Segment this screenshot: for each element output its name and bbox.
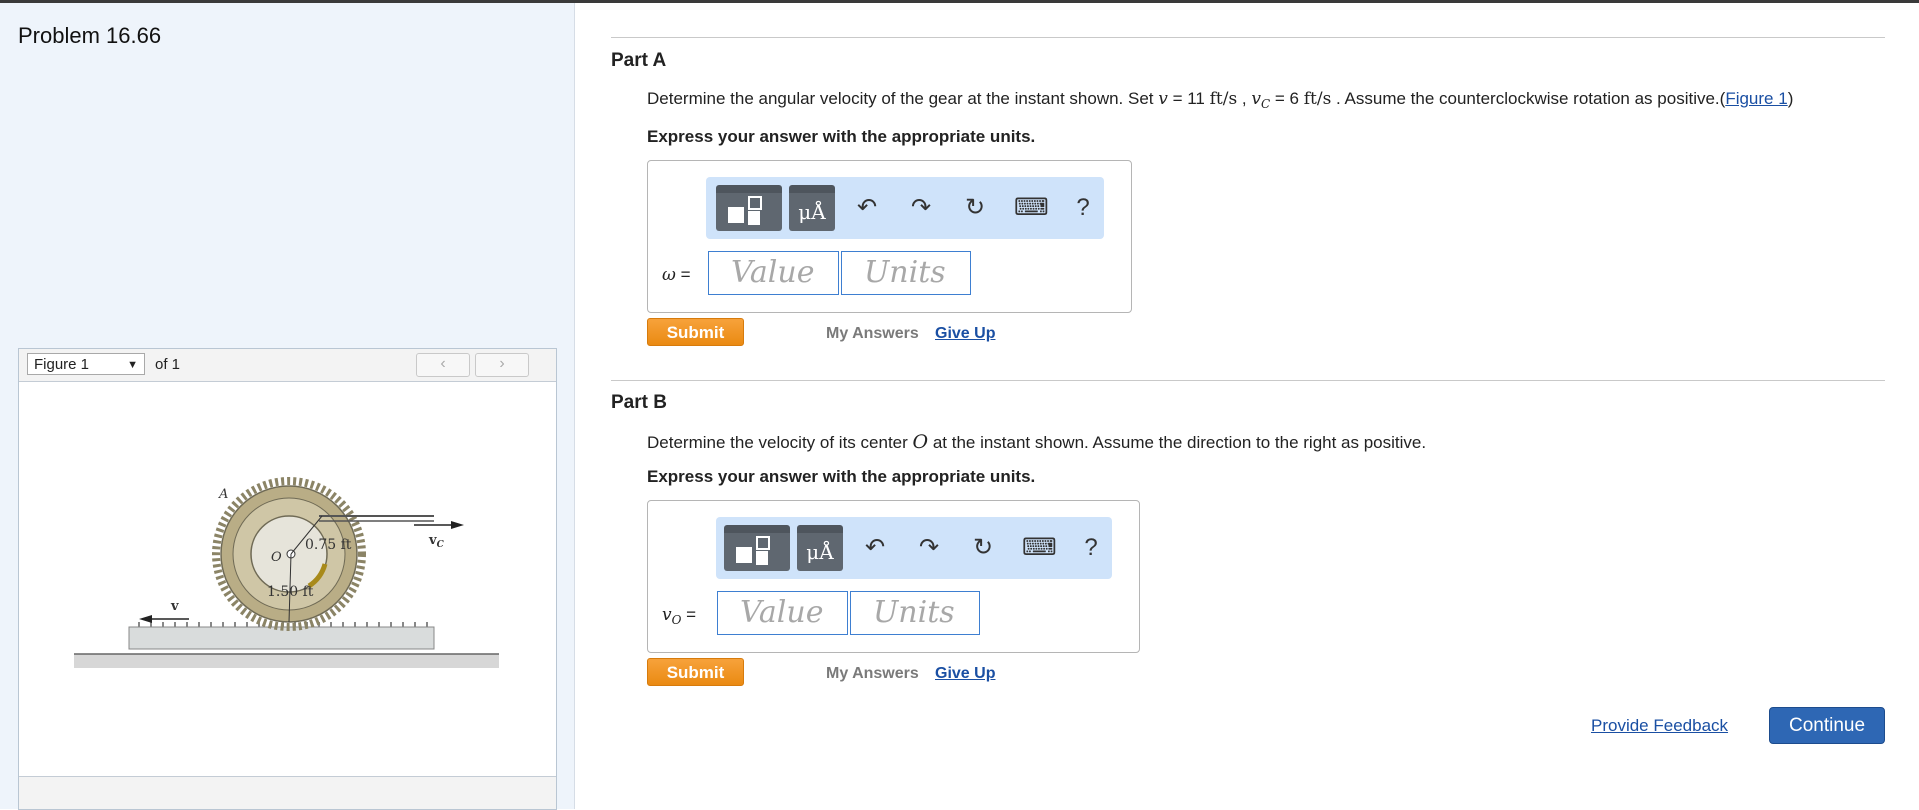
chevron-left-icon: ‹ [440, 355, 446, 372]
chevron-right-icon: › [499, 355, 505, 372]
part-b-question: Determine the velocity of its center O a… [647, 431, 1427, 453]
part-b-units-input[interactable]: Units [850, 591, 980, 635]
units-button[interactable]: μÅ [789, 185, 835, 231]
part-b-toolbar: μÅ ↶ ↷ ↻ ⌨ ? [716, 517, 1112, 579]
figure-panel: Figure 1 ▼ of 1 ‹ › A O 0.75 ft 1.50 ft … [18, 348, 557, 810]
chevron-down-icon: ▼ [127, 359, 138, 371]
figure-link[interactable]: Figure 1 [1725, 89, 1787, 108]
part-a-give-up[interactable]: Give Up [935, 325, 995, 343]
divider [611, 380, 1885, 381]
units-button[interactable]: μÅ [797, 525, 843, 571]
continue-button[interactable]: Continue [1769, 707, 1885, 744]
figure-select-value: Figure 1 [34, 356, 90, 373]
part-a-answer-box: μÅ ↶ ↷ ↻ ⌨ ? ω = Value Units [647, 160, 1132, 313]
keyboard-icon[interactable]: ⌨ [1014, 193, 1049, 223]
figure-footer [19, 776, 556, 809]
divider [611, 37, 1885, 38]
vo-label: vO = [662, 605, 697, 628]
ground [74, 654, 499, 668]
label-v: v [170, 599, 179, 614]
part-a-toolbar: μÅ ↶ ↷ ↻ ⌨ ? [706, 177, 1104, 239]
figure-select[interactable]: Figure 1 ▼ [27, 353, 145, 375]
help-icon[interactable]: ? [1076, 533, 1106, 563]
figure-count: of 1 [155, 356, 181, 373]
templates-button[interactable] [716, 185, 782, 231]
help-icon[interactable]: ? [1068, 193, 1098, 223]
label-vc: vC [428, 533, 445, 550]
reset-icon[interactable]: ↻ [968, 533, 998, 563]
prev-figure-button[interactable]: ‹ [416, 353, 470, 377]
part-b-my-answers: My Answers [826, 665, 919, 682]
part-b-give-up[interactable]: Give Up [935, 665, 995, 683]
part-a-submit-button[interactable]: Submit [647, 318, 744, 346]
part-a-title: Part A [611, 50, 667, 71]
undo-icon[interactable]: ↶ [860, 533, 890, 563]
part-b-value-input[interactable]: Value [717, 591, 848, 635]
part-b-answer-box: μÅ ↶ ↷ ↻ ⌨ ? vO = Value Units [647, 500, 1140, 653]
part-a-my-answers: My Answers [826, 325, 919, 342]
undo-icon[interactable]: ↶ [852, 193, 882, 223]
left-panel: Problem 16.66 Figure 1 ▼ of 1 ‹ › A O 0.… [0, 3, 575, 810]
part-b-instructions: Express your answer with the appropriate… [647, 467, 1036, 486]
provide-feedback-link[interactable]: Provide Feedback [1591, 716, 1728, 736]
gear-figure: A O 0.75 ft 1.50 ft v vC [74, 477, 499, 668]
next-figure-button[interactable]: › [475, 353, 529, 377]
part-a-question: Determine the angular velocity of the ge… [647, 89, 1794, 112]
label-o: O [271, 550, 282, 565]
redo-icon[interactable]: ↷ [914, 533, 944, 563]
part-b-submit-button[interactable]: Submit [647, 658, 744, 686]
part-a-value-input[interactable]: Value [708, 251, 839, 295]
figure-header: Figure 1 ▼ of 1 ‹ › [19, 349, 556, 382]
reset-icon[interactable]: ↻ [960, 193, 990, 223]
part-a-units-input[interactable]: Units [841, 251, 971, 295]
part-a-instructions: Express your answer with the appropriate… [647, 127, 1036, 146]
label-r-outer: 1.50 ft [267, 584, 314, 600]
templates-button[interactable] [724, 525, 790, 571]
keyboard-icon[interactable]: ⌨ [1022, 533, 1057, 563]
problem-title: Problem 16.66 [18, 23, 162, 48]
label-r-inner: 0.75 ft [305, 537, 352, 553]
part-b-title: Part B [611, 392, 667, 413]
omega-label: ω = [662, 265, 691, 285]
redo-icon[interactable]: ↷ [906, 193, 936, 223]
label-a: A [218, 487, 228, 502]
